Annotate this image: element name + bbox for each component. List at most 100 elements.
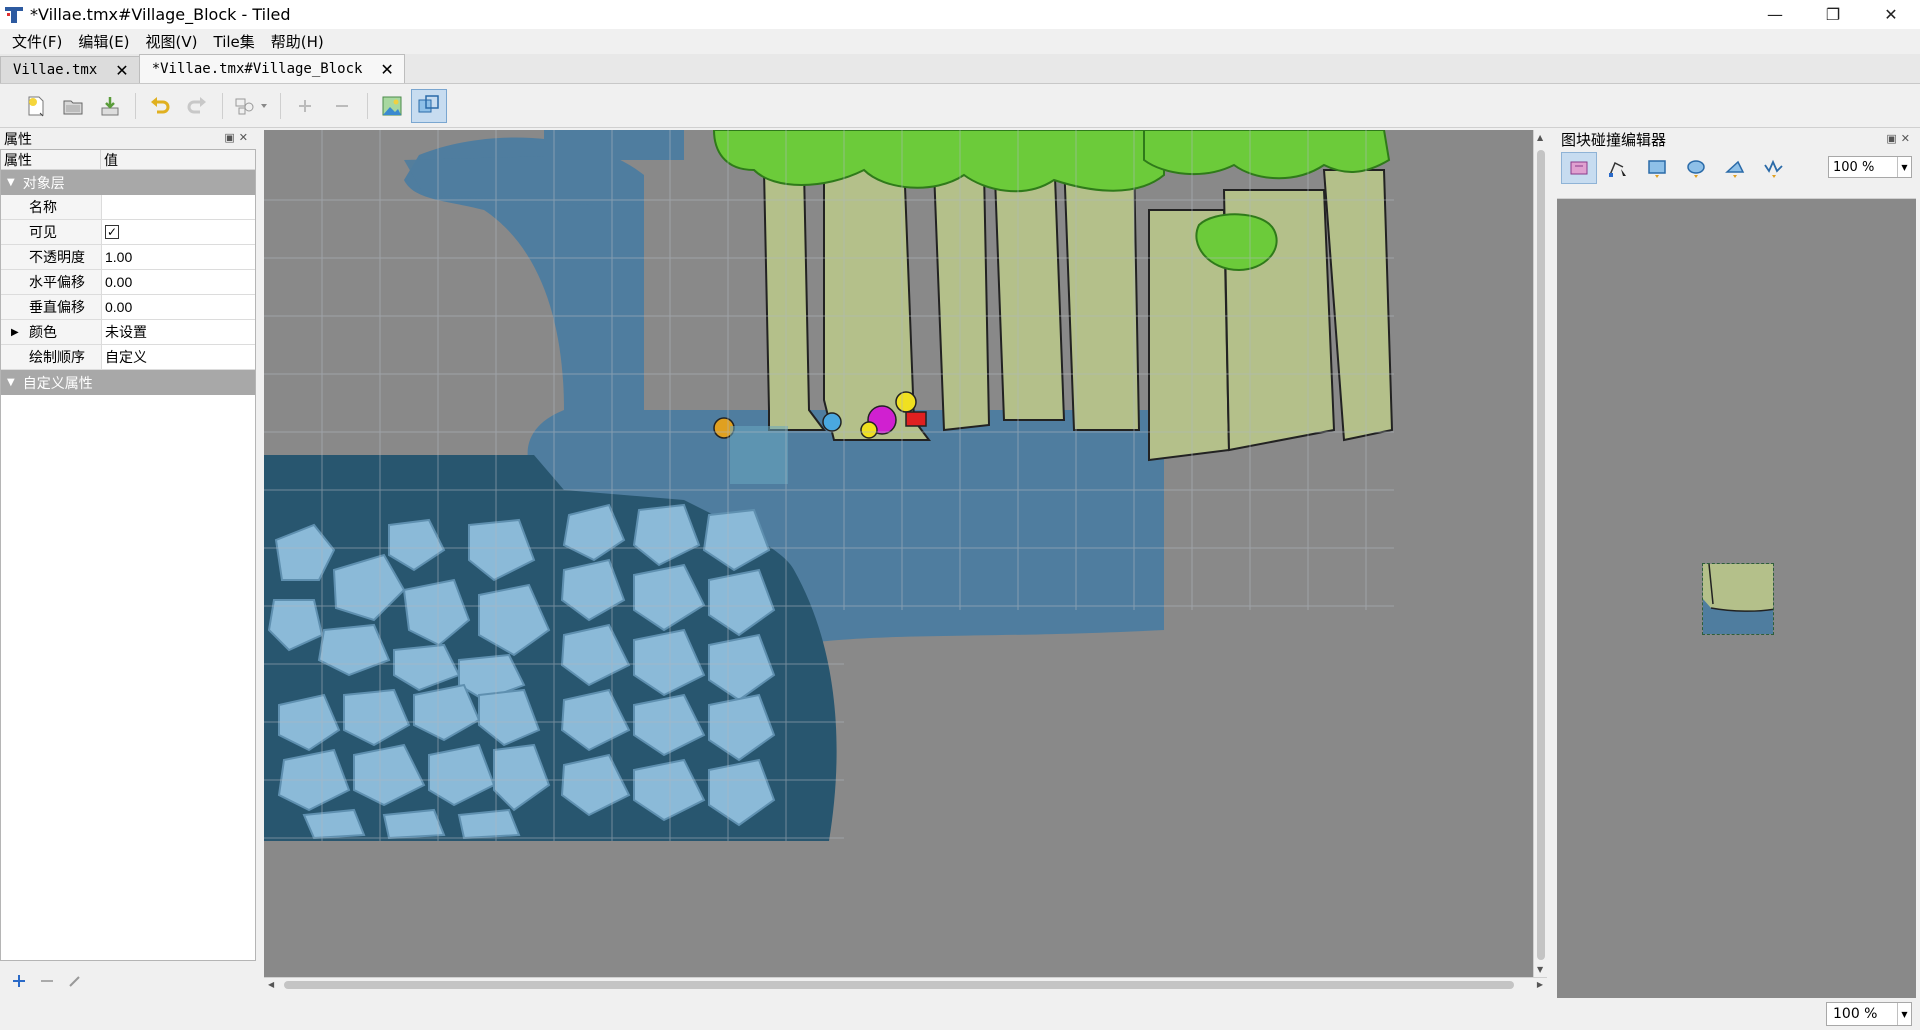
menu-help[interactable]: 帮助(H) (263, 31, 332, 52)
remove-property-icon[interactable] (40, 974, 54, 988)
map-vertical-scrollbar[interactable]: ▲ ▼ (1533, 130, 1547, 977)
properties-panel-header: 属性 ▣✕ (0, 128, 256, 149)
dropdown-arrow-icon[interactable]: ▼ (1897, 1003, 1911, 1025)
object-tools-dropdown[interactable] (229, 89, 273, 123)
tileset-image-button[interactable] (374, 89, 410, 123)
toolbar-separator (367, 92, 368, 119)
group-label: 自定义属性 (22, 375, 93, 392)
toolbar-separator (135, 92, 136, 119)
object-tools-icon (235, 98, 267, 114)
map-horizontal-scrollbar[interactable]: ◀ ▶ (264, 977, 1547, 991)
insert-polyline-tool[interactable] (1756, 152, 1792, 184)
collision-editor-toggle[interactable] (411, 88, 447, 123)
open-file-button[interactable] (55, 89, 91, 123)
panel-float-close-icons[interactable]: ▣✕ (224, 131, 252, 144)
insert-polygon-tool[interactable] (1717, 152, 1753, 184)
property-key: 不透明度 (1, 245, 102, 269)
add-property-icon[interactable] (12, 974, 26, 988)
property-value-draw-order[interactable]: 自定义 (102, 345, 255, 369)
main-toolbar (0, 84, 1920, 128)
water-area (544, 130, 684, 160)
scroll-right-arrow-icon[interactable]: ▶ (1537, 980, 1543, 989)
horizontal-scroll-thumb[interactable] (284, 981, 1514, 989)
tile-preview[interactable] (1702, 563, 1774, 635)
property-key: 名称 (1, 195, 102, 219)
collision-shapes-icon (418, 94, 439, 112)
expand-arrow-icon[interactable]: ▶ (11, 327, 19, 338)
dropdown-arrow-icon[interactable]: ▼ (1897, 157, 1911, 177)
property-key: 垂直偏移 (1, 295, 102, 319)
tiled-app-icon (5, 6, 23, 23)
property-value-color[interactable]: 未设置 (102, 320, 255, 344)
property-row-visible[interactable]: 可见 ✓ (1, 220, 255, 245)
minus-icon (336, 104, 348, 107)
property-row-offset-x[interactable]: 水平偏移 0.00 (1, 270, 255, 295)
redo-button[interactable] (179, 89, 215, 123)
property-row-draw-order[interactable]: 绘制顺序 自定义 (1, 345, 255, 370)
property-value-name[interactable] (102, 195, 255, 219)
tab-village-block[interactable]: *Villae.tmx#Village_Block ✕ (138, 54, 405, 83)
property-value-offset-y[interactable]: 0.00 (102, 295, 255, 319)
column-header-name[interactable]: 属性 (1, 150, 101, 169)
map-canvas[interactable] (264, 130, 1533, 991)
panel-float-close-icons[interactable]: ▣✕ (1886, 132, 1914, 145)
tab-villae-tmx[interactable]: Villae.tmx ✕ (0, 56, 140, 83)
menu-tileset[interactable]: Tile集 (206, 31, 263, 52)
forest-trees (762, 149, 1394, 462)
vertical-scroll-thumb[interactable] (1537, 150, 1545, 960)
close-tab-icon[interactable]: ✕ (380, 60, 393, 79)
edit-polygon-icon (1609, 161, 1626, 177)
save-icon (101, 96, 119, 115)
property-row-opacity[interactable]: 不透明度 1.00 (1, 245, 255, 270)
remove-button[interactable] (324, 89, 360, 123)
property-value-opacity[interactable]: 1.00 (102, 245, 255, 269)
ellipse-icon (1687, 160, 1705, 178)
open-folder-icon (63, 100, 83, 114)
rename-property-icon[interactable] (68, 974, 82, 988)
properties-table-header: 属性 值 (1, 150, 255, 170)
group-object-layer[interactable]: ▼ 对象层 (1, 170, 255, 195)
undo-icon (151, 96, 170, 113)
collapse-arrow-icon[interactable]: ▼ (7, 177, 15, 188)
maximize-button[interactable]: ❐ (1804, 0, 1862, 29)
undo-button[interactable] (142, 89, 178, 123)
visible-checkbox[interactable]: ✓ (105, 225, 119, 239)
new-file-button[interactable] (18, 89, 54, 123)
close-window-button[interactable]: ✕ (1862, 0, 1920, 29)
edit-polygons-tool[interactable] (1600, 152, 1636, 184)
add-button[interactable] (287, 89, 323, 123)
toolbar-separator (222, 92, 223, 119)
properties-panel-title: 属性 (4, 131, 32, 148)
minimize-button[interactable]: — (1746, 0, 1804, 29)
close-tab-icon[interactable]: ✕ (115, 61, 128, 80)
properties-panel: 属性 ▣✕ 属性 值 ▼ 对象层 名称 可见 ✓ 不透明度 1.00 水平偏移 … (0, 128, 256, 1003)
property-row-name[interactable]: 名称 (1, 195, 255, 220)
menu-edit[interactable]: 编辑(E) (70, 31, 137, 52)
menu-bar: 文件(F) 编辑(E) 视图(V) Tile集 帮助(H) (0, 29, 1920, 54)
collision-zoom-select[interactable]: 100 % ▼ (1828, 156, 1912, 178)
save-file-button[interactable] (92, 89, 128, 123)
scroll-up-arrow-icon[interactable]: ▲ (1537, 133, 1543, 142)
property-key-label: 颜色 (29, 325, 57, 341)
tile-preview-image (1703, 564, 1773, 634)
select-objects-icon (1570, 161, 1588, 175)
insert-rectangle-tool[interactable] (1639, 152, 1675, 184)
menu-view[interactable]: 视图(V) (138, 31, 206, 52)
group-custom-properties[interactable]: ▼ 自定义属性 (1, 370, 255, 395)
column-header-value[interactable]: 值 (101, 150, 118, 169)
menu-file[interactable]: 文件(F) (4, 31, 70, 52)
rectangle-icon (1648, 160, 1666, 178)
property-value-offset-x[interactable]: 0.00 (102, 270, 255, 294)
properties-table: 属性 值 ▼ 对象层 名称 可见 ✓ 不透明度 1.00 水平偏移 0.00 垂… (0, 149, 256, 961)
map-zoom-select[interactable]: 100 % ▼ (1826, 1002, 1912, 1026)
tab-label: Villae.tmx (13, 62, 98, 78)
collision-edit-canvas[interactable] (1557, 198, 1916, 998)
insert-ellipse-tool[interactable] (1678, 152, 1714, 184)
scroll-down-arrow-icon[interactable]: ▼ (1537, 965, 1543, 974)
scroll-left-arrow-icon[interactable]: ◀ (268, 980, 274, 989)
select-objects-tool[interactable] (1561, 152, 1597, 184)
property-row-offset-y[interactable]: 垂直偏移 0.00 (1, 295, 255, 320)
property-row-color[interactable]: ▶ 颜色 未设置 (1, 320, 255, 345)
collapse-arrow-icon[interactable]: ▼ (7, 377, 15, 388)
property-key: 可见 (1, 220, 102, 244)
